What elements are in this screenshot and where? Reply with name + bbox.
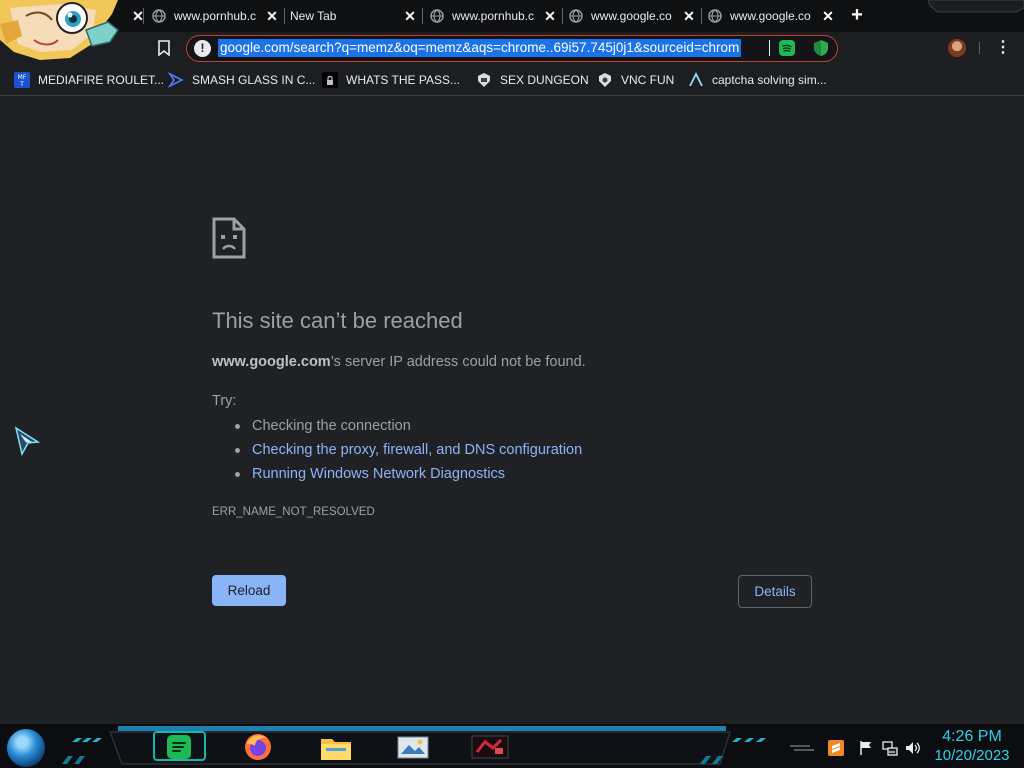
game-app-icon (471, 735, 509, 759)
spotify-icon (782, 44, 792, 52)
sublime-text-icon[interactable] (828, 740, 844, 756)
bookmark-mediafire[interactable]: MF T MEDIAFIRE ROULET... (14, 71, 164, 89)
error-title: This site can’t be reached (212, 308, 463, 333)
tab-title: www.pornhub.c (452, 9, 535, 23)
tab-separator (143, 8, 144, 24)
error-host: www.google.com (212, 354, 331, 370)
globe-icon (569, 9, 583, 23)
bookmark-label: captcha solving sim... (712, 73, 827, 87)
bookmark-vnc-fun[interactable]: VNC FUN (597, 71, 674, 89)
taskbar-firefox[interactable] (241, 732, 275, 762)
file-explorer-icon (321, 739, 351, 760)
tab-5[interactable]: www.google.co ✕ (569, 4, 697, 28)
suggestion-check-connection: Checking the connection (232, 416, 582, 440)
tab-title: www.pornhub.c (174, 9, 257, 23)
globe-icon (430, 9, 444, 23)
try-label: Try: (212, 393, 237, 409)
bookmark-label: SEX DUNGEON (500, 73, 589, 87)
tab-title: www.google.co (730, 9, 811, 23)
globe-icon (152, 9, 166, 23)
bookmark-label: SMASH GLASS IN C... (192, 73, 316, 87)
toolbar-separator (979, 42, 980, 54)
pass-icon (322, 72, 338, 88)
svg-text:MF: MF (18, 74, 27, 81)
tab-separator (284, 8, 285, 24)
close-icon[interactable]: ✕ (402, 8, 418, 24)
shield-extension-icon[interactable] (813, 39, 829, 57)
tab-separator (422, 8, 423, 24)
bookmark-icon[interactable] (157, 40, 171, 56)
url-text[interactable]: google.com/search?q=memz&oq=memz&aqs=chr… (218, 39, 742, 57)
clock-date: 10/20/2023 (934, 747, 1010, 764)
bookmark-label: VNC FUN (621, 73, 675, 87)
start-button[interactable] (7, 729, 45, 767)
svg-text:T: T (19, 81, 24, 88)
clock-time: 4:26 PM (942, 728, 1002, 745)
mediafire-icon: MF T (14, 72, 30, 88)
browser-menu-button[interactable]: ⋮ (995, 40, 1011, 56)
close-icon[interactable]: ✕ (820, 8, 836, 24)
suggestion-list: Checking the connection Checking the pro… (232, 416, 582, 488)
tab-3[interactable]: New Tab ✕ (290, 4, 418, 28)
bookmark-label: WHATS THE PASS... (346, 73, 461, 87)
bookmark-label: MEDIAFIRE ROULET... (38, 73, 165, 87)
tab-1[interactable]: ✕ (124, 4, 144, 28)
mouse-cursor-icon (14, 426, 40, 456)
tab-2[interactable]: www.pornhub.c ✕ (152, 4, 280, 28)
globe-icon (708, 9, 722, 23)
tab-title: www.google.co (591, 9, 672, 23)
text-caret (769, 40, 770, 56)
tab-separator (701, 8, 702, 24)
volume-icon[interactable] (905, 740, 921, 756)
window-frame-decoration (928, 0, 1024, 13)
vnc-icon (599, 73, 611, 87)
network-icon[interactable] (882, 740, 898, 756)
taskbar-file-explorer[interactable] (319, 732, 353, 762)
bookmark-sex-dungeon[interactable]: SEX DUNGEON (476, 71, 589, 89)
spotify-extension-icon[interactable] (779, 40, 795, 56)
reload-button[interactable]: Reload (212, 575, 286, 606)
site-info-icon[interactable]: ! (194, 40, 211, 57)
close-icon[interactable]: ✕ (681, 8, 697, 24)
taskbar-spotify[interactable] (162, 732, 196, 762)
suggestion-proxy-link[interactable]: Checking the proxy, firewall, and DNS co… (232, 440, 582, 464)
dungeon-icon (478, 73, 490, 87)
bookmark-captcha[interactable]: captcha solving sim... (688, 71, 827, 89)
flag-icon[interactable] (858, 740, 874, 756)
bookmark-smash-glass[interactable]: SMASH GLASS IN C... (168, 71, 315, 89)
close-icon[interactable]: ✕ (264, 8, 280, 24)
taskbar-game-app[interactable] (470, 732, 510, 762)
photos-icon (397, 736, 429, 759)
taskbar-clock[interactable]: 4:26 PM 10/20/2023 (930, 727, 1014, 765)
profile-avatar[interactable] (948, 39, 966, 57)
mascot-avatar-icon (0, 0, 120, 60)
close-icon[interactable]: ✕ (542, 8, 558, 24)
details-button[interactable]: Details (738, 575, 812, 608)
error-description: www.google.com’s server IP address could… (212, 354, 586, 370)
tab-4[interactable]: www.pornhub.c ✕ (430, 4, 558, 28)
error-description-text: ’s server IP address could not be found. (330, 354, 586, 370)
firefox-icon (245, 734, 271, 760)
spotify-icon (167, 735, 191, 759)
error-code: ERR_NAME_NOT_RESOLVED (212, 506, 375, 518)
taskbar-photos[interactable] (396, 732, 430, 762)
tab-title: New Tab (290, 9, 337, 23)
smash-icon (168, 72, 184, 88)
sad-document-icon (212, 217, 246, 259)
captcha-icon (689, 72, 703, 87)
tab-6-active[interactable]: www.google.co ✕ (708, 4, 836, 28)
bookmark-whats-the-pass[interactable]: WHATS THE PASS... (322, 71, 460, 89)
suggestion-diagnostics-link[interactable]: Running Windows Network Diagnostics (232, 464, 582, 488)
tab-separator (562, 8, 563, 24)
new-tab-button[interactable]: + (846, 5, 868, 27)
